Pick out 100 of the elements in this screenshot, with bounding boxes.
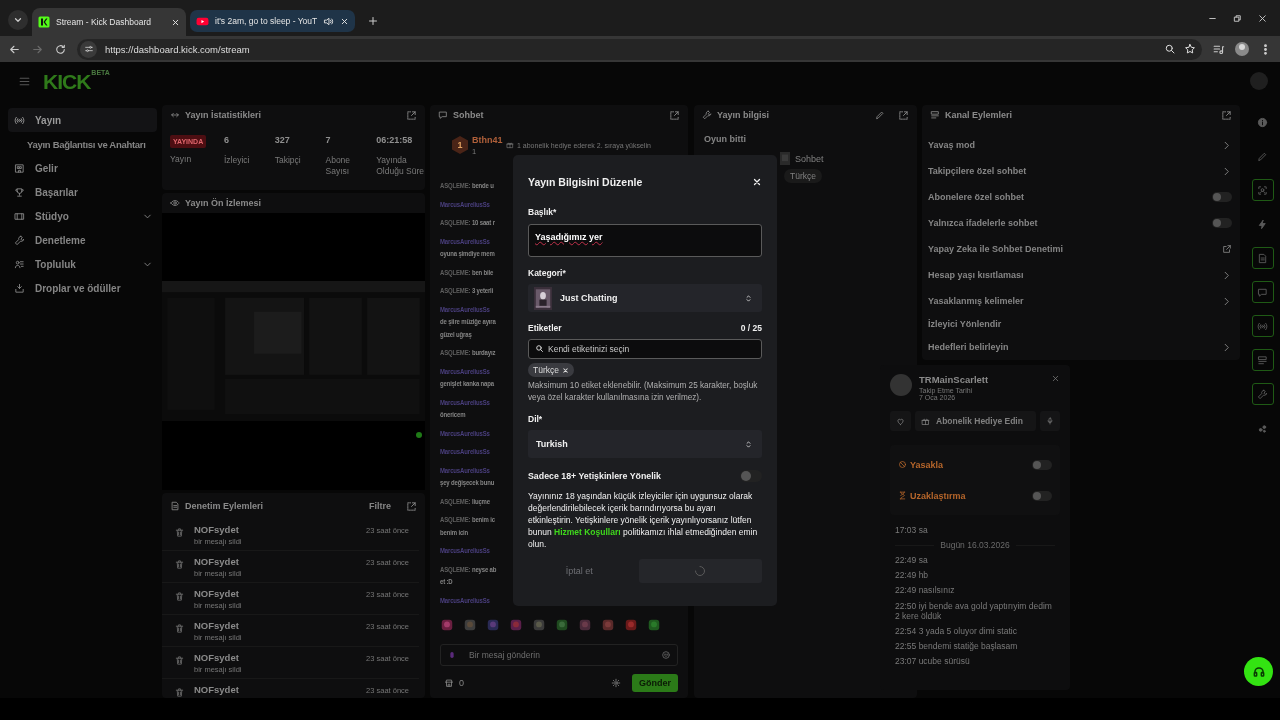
channel-action[interactable]: Abonelere özel sohbet [928,184,1232,210]
rail-button[interactable] [1251,383,1274,405]
category-name: Sohbet [795,153,824,164]
toggle-switch[interactable] [740,470,762,482]
emote-icon[interactable] [486,618,500,632]
updown-icon [744,293,753,303]
terms-link[interactable]: Hizmet Koşulları [554,527,621,537]
popout-icon[interactable] [406,500,417,512]
category-select[interactable]: Just Chatting [528,284,762,312]
trash-icon [174,591,185,602]
new-tab-icon[interactable] [367,15,380,27]
filter-button[interactable]: Filtre [369,501,391,511]
settings-icon[interactable] [611,678,621,688]
moderator-name: NOFsydet [194,588,240,599]
moderator-name: NOFsydet [194,524,240,535]
remove-icon [562,366,569,374]
emote-icon[interactable] [509,618,523,632]
caret-down-icon [13,15,23,25]
tab-list-button[interactable] [8,10,28,30]
site-settings-button[interactable] [80,40,97,58]
points-count: 0 [459,678,464,688]
toggle-switch[interactable] [1212,218,1232,228]
tag-chip: Türkçe [784,169,822,183]
channel-action[interactable]: Hedefleri belirleyin [928,334,1232,360]
rail-button[interactable] [1251,315,1274,337]
sidebar-item[interactable]: Yayın Bağlantısı ve Anahtarı [8,132,157,156]
heart-icon [896,416,905,426]
title-field[interactable]: Yaşadığımız yer [528,224,762,257]
sidebar-item[interactable]: Gelir [8,156,157,180]
close-icon[interactable] [1257,13,1268,24]
user-avatar [890,374,912,396]
channel-action[interactable]: Yavaş mod [928,132,1232,158]
sidebar-item[interactable]: Yayın [8,108,157,132]
emote-icon[interactable] [440,618,454,632]
hourglass-icon [898,491,907,500]
emoji-icon[interactable] [661,650,671,660]
sidebar-item[interactable]: Topluluk [8,252,157,276]
tag-counter: 0 / 25 [740,323,762,333]
mic-button[interactable] [1040,411,1060,431]
close-icon[interactable] [171,17,180,27]
sidebar-item[interactable]: Droplar ve ödüller [8,276,157,300]
star-icon[interactable] [1184,43,1196,55]
chat-history-line: 22:55 bendemi statiğe başlasam [895,641,1019,652]
emote-icon[interactable] [532,618,546,632]
panel-title: Kanal Eylemleri [945,110,1014,120]
speaker-icon[interactable] [323,15,335,27]
sidebar-item[interactable]: Stüdyo [8,204,157,228]
toggle-switch[interactable] [1032,490,1052,501]
chat-history-line: 23:07 ucube sürüsü [895,656,971,667]
emote-icon[interactable] [463,618,477,632]
language-select[interactable]: Turkish [528,430,762,458]
sidebar-item[interactable]: Başarılar [8,180,157,204]
popout-icon[interactable] [406,109,417,121]
rail-button[interactable] [1251,179,1274,201]
emote-icon[interactable] [647,618,661,632]
stat-value: 327 [274,135,291,147]
rail-button[interactable] [1251,247,1274,269]
channel-action[interactable]: Yasaklanmış kelimeler [928,288,1232,314]
rail-button[interactable] [1251,349,1274,371]
toggle-switch[interactable] [1212,192,1232,202]
stat-label: Takipçi [274,155,302,167]
browser-tab[interactable]: it's 2am, go to sleep - YouT [190,10,356,32]
sidebar-item[interactable]: Denetleme [8,228,157,252]
rail-button[interactable] [1251,281,1274,303]
chat-input[interactable]: Bir mesaj gönderin [440,644,678,666]
layout-icon [1257,354,1268,366]
reload-icon[interactable] [54,42,67,56]
emote-icon[interactable] [555,618,569,632]
search-icon [535,343,544,353]
toggle-switch[interactable] [1032,459,1052,470]
emote-icon[interactable] [624,618,638,632]
emote-icon[interactable] [601,618,615,632]
channel-action[interactable]: Takipçilere özel sohbet [928,158,1232,184]
edit-icon[interactable] [875,110,885,120]
gift-sub-button[interactable]: Abonelik Hediye Edin [915,411,1036,431]
stat-label: Yayında Olduğu Süre [376,155,425,178]
profile-avatar[interactable] [1235,42,1249,56]
restore-icon[interactable] [1232,13,1243,24]
follow-button[interactable] [890,411,911,431]
chat-history-line: 22:49 sa [895,555,929,566]
trash-icon [174,655,185,666]
stat-label: Abone Sayısı [325,155,352,178]
channel-action[interactable]: Hesap yaşı kısıtlaması [928,262,1232,288]
moderator-name: NOFsydet [194,684,240,695]
live-dot [416,432,422,438]
channel-action[interactable]: Yapay Zeka ile Sohbet Denetimi [928,236,1232,262]
tag-search-field[interactable]: Kendi etiketinizi seçin [528,339,762,359]
wrench-icon [1257,388,1268,400]
channel-action[interactable]: İzleyici Yönlendir [928,314,1232,334]
tag-chip[interactable]: Türkçe [528,363,574,377]
popout-icon[interactable] [1221,109,1232,121]
channel-action[interactable]: Yalnızca ifadelerle sohbet [928,210,1232,236]
close-icon[interactable] [340,16,350,26]
send-button[interactable]: Gönder [632,674,678,692]
chat-history-line: 22:50 iyi bende ava gold yaptırıyim dedim 2 kere öldük [895,600,1053,621]
emote-icon[interactable] [578,618,592,632]
popout-icon[interactable] [669,109,680,121]
zoom-icon[interactable] [1164,43,1176,55]
popout-icon[interactable] [898,109,909,121]
browser-tab[interactable]: Stream - Kick Dashboard [32,8,186,36]
